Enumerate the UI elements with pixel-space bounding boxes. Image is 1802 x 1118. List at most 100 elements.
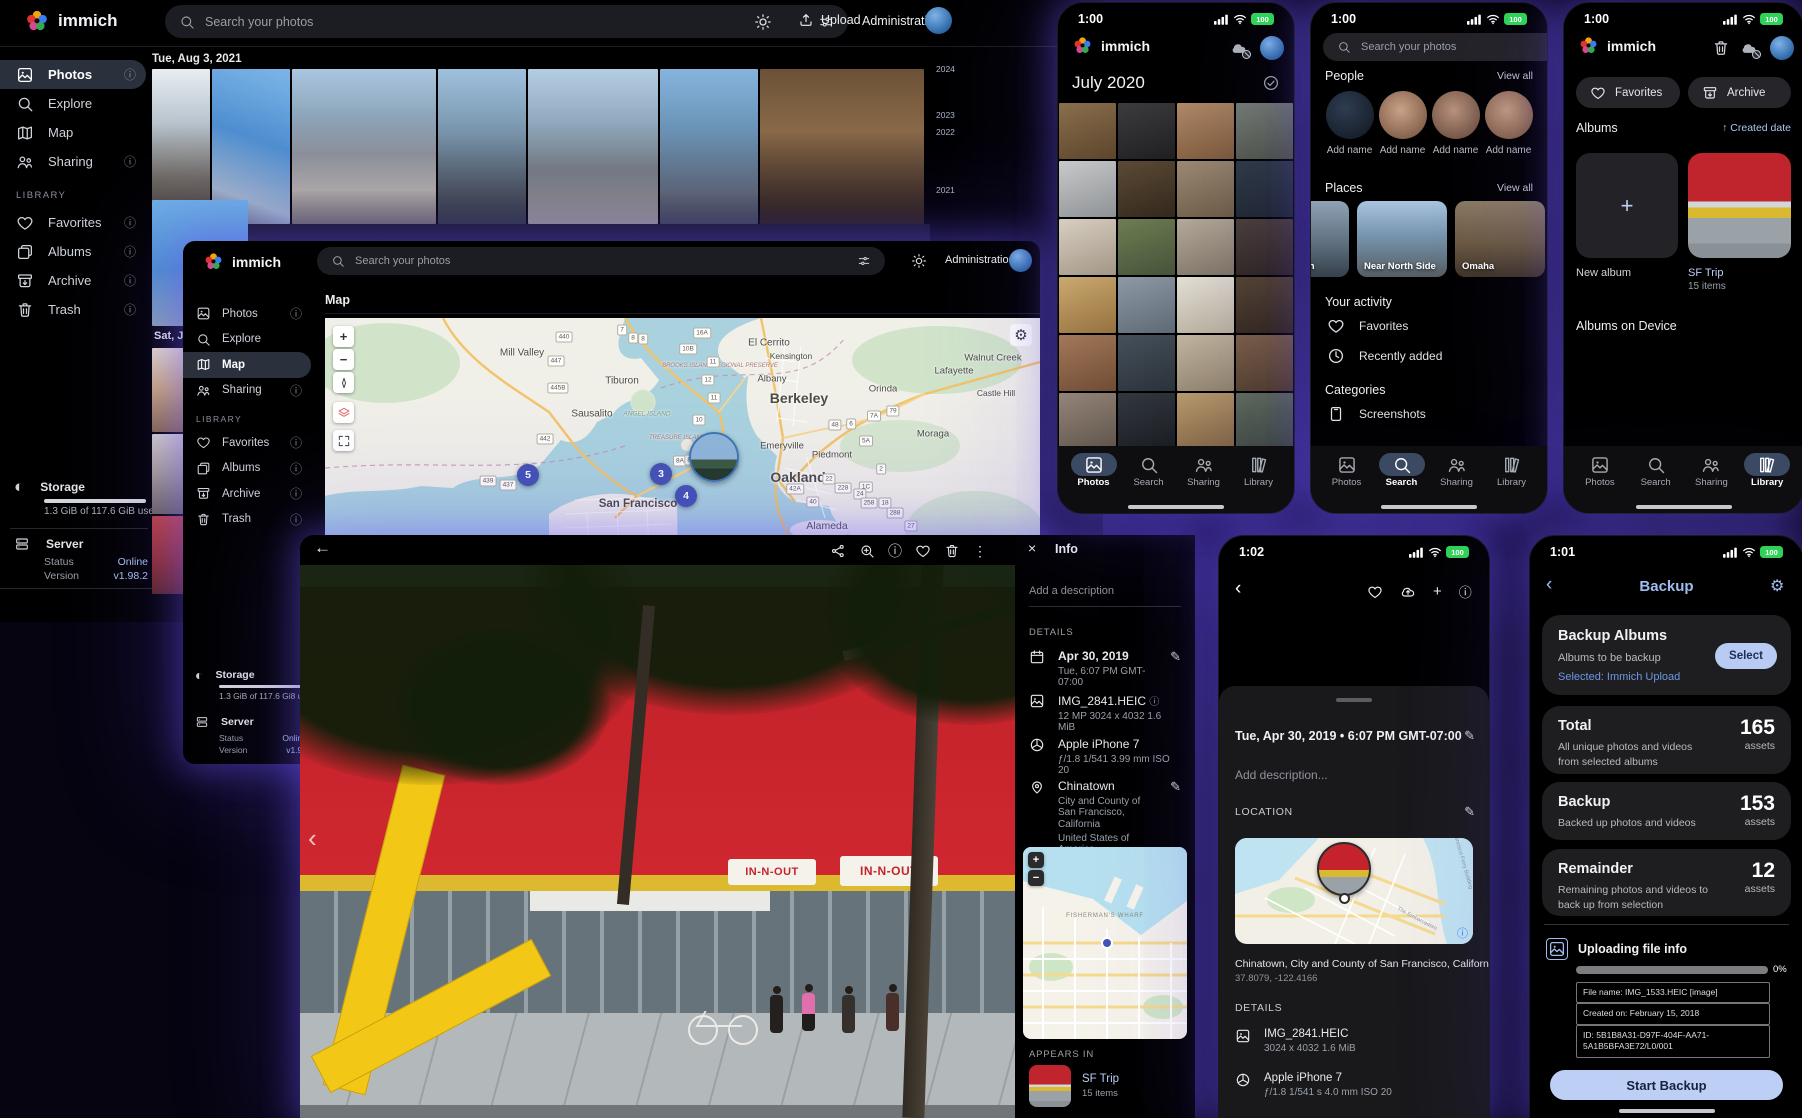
photo-thumbnail[interactable]: [1236, 161, 1293, 217]
photo-thumbnail[interactable]: [1177, 277, 1234, 333]
person-item[interactable]: Add name: [1376, 91, 1429, 156]
photo-thumbnail[interactable]: [1118, 103, 1175, 159]
map-info-icon[interactable]: ⓘ: [1457, 925, 1468, 941]
map-compass-button[interactable]: [333, 372, 354, 393]
view-all-link[interactable]: View all: [1497, 182, 1533, 194]
photo-grid[interactable]: [1059, 103, 1293, 449]
tab-photos[interactable]: Photos: [1324, 453, 1370, 488]
tab-sharing[interactable]: Sharing: [1181, 453, 1227, 488]
map-zoom-in-button[interactable]: +: [1028, 852, 1044, 868]
photo-thumbnail[interactable]: [1236, 393, 1293, 449]
add-name-label[interactable]: Add name: [1376, 145, 1429, 156]
map-photo-marker[interactable]: [689, 432, 739, 482]
map-zoom-in-button[interactable]: +: [333, 326, 354, 347]
sidebar-item-map[interactable]: Map: [183, 352, 311, 378]
timeline-year[interactable]: 2021: [936, 185, 955, 195]
place-line[interactable]: Chinatown, City and County of San Franci…: [1235, 958, 1475, 970]
avatar[interactable]: [1770, 36, 1794, 60]
map-settings-icon[interactable]: ⚙: [1010, 324, 1032, 346]
theme-toggle-icon[interactable]: [911, 253, 927, 269]
info-icon[interactable]: ⓘ: [290, 485, 302, 502]
sidebar-item-archive[interactable]: Archiveⓘ: [0, 266, 146, 295]
sidebar-item-sharing[interactable]: Sharingⓘ: [0, 147, 146, 176]
info-icon[interactable]: ⓘ: [124, 153, 136, 170]
map-zoom-out-button[interactable]: −: [1028, 870, 1044, 886]
sidebar-item-archive[interactable]: Archiveⓘ: [183, 481, 311, 507]
more-options-icon[interactable]: ⋮: [973, 543, 987, 560]
person-item[interactable]: Add name: [1429, 91, 1482, 156]
theme-toggle-icon[interactable]: [754, 13, 772, 31]
new-album-card[interactable]: +: [1576, 153, 1678, 258]
search-input[interactable]: Search your photos: [165, 5, 848, 38]
sidebar-item-photos[interactable]: Photosⓘ: [183, 301, 311, 327]
favorites-button[interactable]: Favorites: [1576, 77, 1680, 108]
administration-link[interactable]: Administration: [945, 254, 1015, 266]
description-input[interactable]: Add a description: [1029, 585, 1114, 597]
favorite-icon[interactable]: [1367, 584, 1383, 600]
sidebar-item-trash[interactable]: Trashⓘ: [0, 295, 146, 324]
avatar[interactable]: [925, 7, 952, 34]
favorites-row[interactable]: Favorites: [1327, 317, 1408, 335]
info-icon[interactable]: ⓘ: [290, 382, 302, 399]
sidebar-item-favorites[interactable]: Favoritesⓘ: [183, 430, 311, 456]
previous-photo-icon[interactable]: ‹: [308, 823, 317, 854]
map-zoom-out-button[interactable]: −: [333, 349, 354, 370]
sidebar-item-photos[interactable]: Photosⓘ: [0, 60, 146, 89]
photo-thumbnail[interactable]: [1236, 219, 1293, 275]
description-input[interactable]: Add description...: [1235, 768, 1328, 782]
sidebar-item-sharing[interactable]: Sharingⓘ: [183, 378, 311, 404]
filter-icon[interactable]: [857, 254, 871, 268]
info-icon[interactable]: ⓘ: [124, 243, 136, 260]
info-icon[interactable]: ⓘ: [290, 460, 302, 477]
photo-thumbnail[interactable]: [1118, 277, 1175, 333]
tab-search[interactable]: Search: [1633, 453, 1679, 488]
sidebar-item-map[interactable]: Map: [0, 118, 146, 147]
photo-thumbnail[interactable]: [1177, 219, 1234, 275]
tab-library[interactable]: Library: [1236, 453, 1282, 488]
sidebar-item-trash[interactable]: Trashⓘ: [183, 507, 311, 533]
back-icon[interactable]: ‹: [1235, 578, 1241, 600]
tab-sharing[interactable]: Sharing: [1434, 453, 1480, 488]
zoom-icon[interactable]: [859, 543, 875, 559]
map-layers-button[interactable]: [333, 402, 354, 423]
photo-thumbnail[interactable]: [1118, 161, 1175, 217]
map-cluster-marker[interactable]: 3: [650, 463, 672, 485]
edit-location-icon[interactable]: ✎: [1464, 804, 1475, 820]
close-icon[interactable]: ×: [1028, 540, 1036, 556]
places-carousel[interactable]: ChinatownNear North SideOmahaPi: [1311, 201, 1547, 279]
timeline-year[interactable]: 2023: [936, 110, 955, 120]
tab-search[interactable]: Search: [1126, 453, 1172, 488]
timeline-year[interactable]: 2024: [936, 64, 955, 74]
sort-button[interactable]: ↑ Created date: [1722, 122, 1791, 134]
select-all-icon[interactable]: [1262, 74, 1280, 92]
drag-handle[interactable]: [1336, 698, 1372, 702]
photo-thumbnail[interactable]: [1059, 161, 1116, 217]
trash-icon[interactable]: [1712, 39, 1730, 57]
sidebar-item-albums[interactable]: Albumsⓘ: [183, 456, 311, 482]
album-card-sf-trip[interactable]: [1688, 153, 1791, 258]
photo-thumbnail[interactable]: [1118, 393, 1175, 449]
info-icon[interactable]: ⓘ: [124, 301, 136, 318]
recently-added-row[interactable]: Recently added: [1327, 347, 1442, 365]
person-item[interactable]: Add name: [1482, 91, 1535, 156]
select-button[interactable]: Select: [1715, 643, 1777, 669]
photo-thumbnail[interactable]: [1236, 103, 1293, 159]
photo-in-n-out[interactable]: IN-N-OUT IN-N-OUT ‹: [300, 565, 1015, 1118]
appears-in-album[interactable]: SF Trip 15 items: [1029, 1065, 1119, 1107]
avatar[interactable]: [1009, 249, 1032, 272]
sidebar-item-albums[interactable]: Albumsⓘ: [0, 237, 146, 266]
photo-thumbnail[interactable]: [1059, 103, 1116, 159]
back-icon[interactable]: ←: [314, 538, 331, 558]
map-fullscreen-button[interactable]: [333, 430, 354, 451]
info-icon[interactable]: ⓘ: [888, 541, 902, 561]
photo-thumbnail[interactable]: [1118, 335, 1175, 391]
photo-row[interactable]: [152, 69, 924, 224]
archive-button[interactable]: Archive: [1688, 77, 1791, 108]
sidebar-item-explore[interactable]: Explore: [183, 327, 311, 353]
info-icon[interactable]: ⓘ: [124, 272, 136, 289]
edit-location-icon[interactable]: ✎: [1170, 779, 1181, 855]
delete-icon[interactable]: [944, 543, 960, 559]
photo-thumbnail[interactable]: [1236, 277, 1293, 333]
info-icon[interactable]: ⓘ: [1459, 582, 1472, 601]
person-item[interactable]: Add name: [1323, 91, 1376, 156]
